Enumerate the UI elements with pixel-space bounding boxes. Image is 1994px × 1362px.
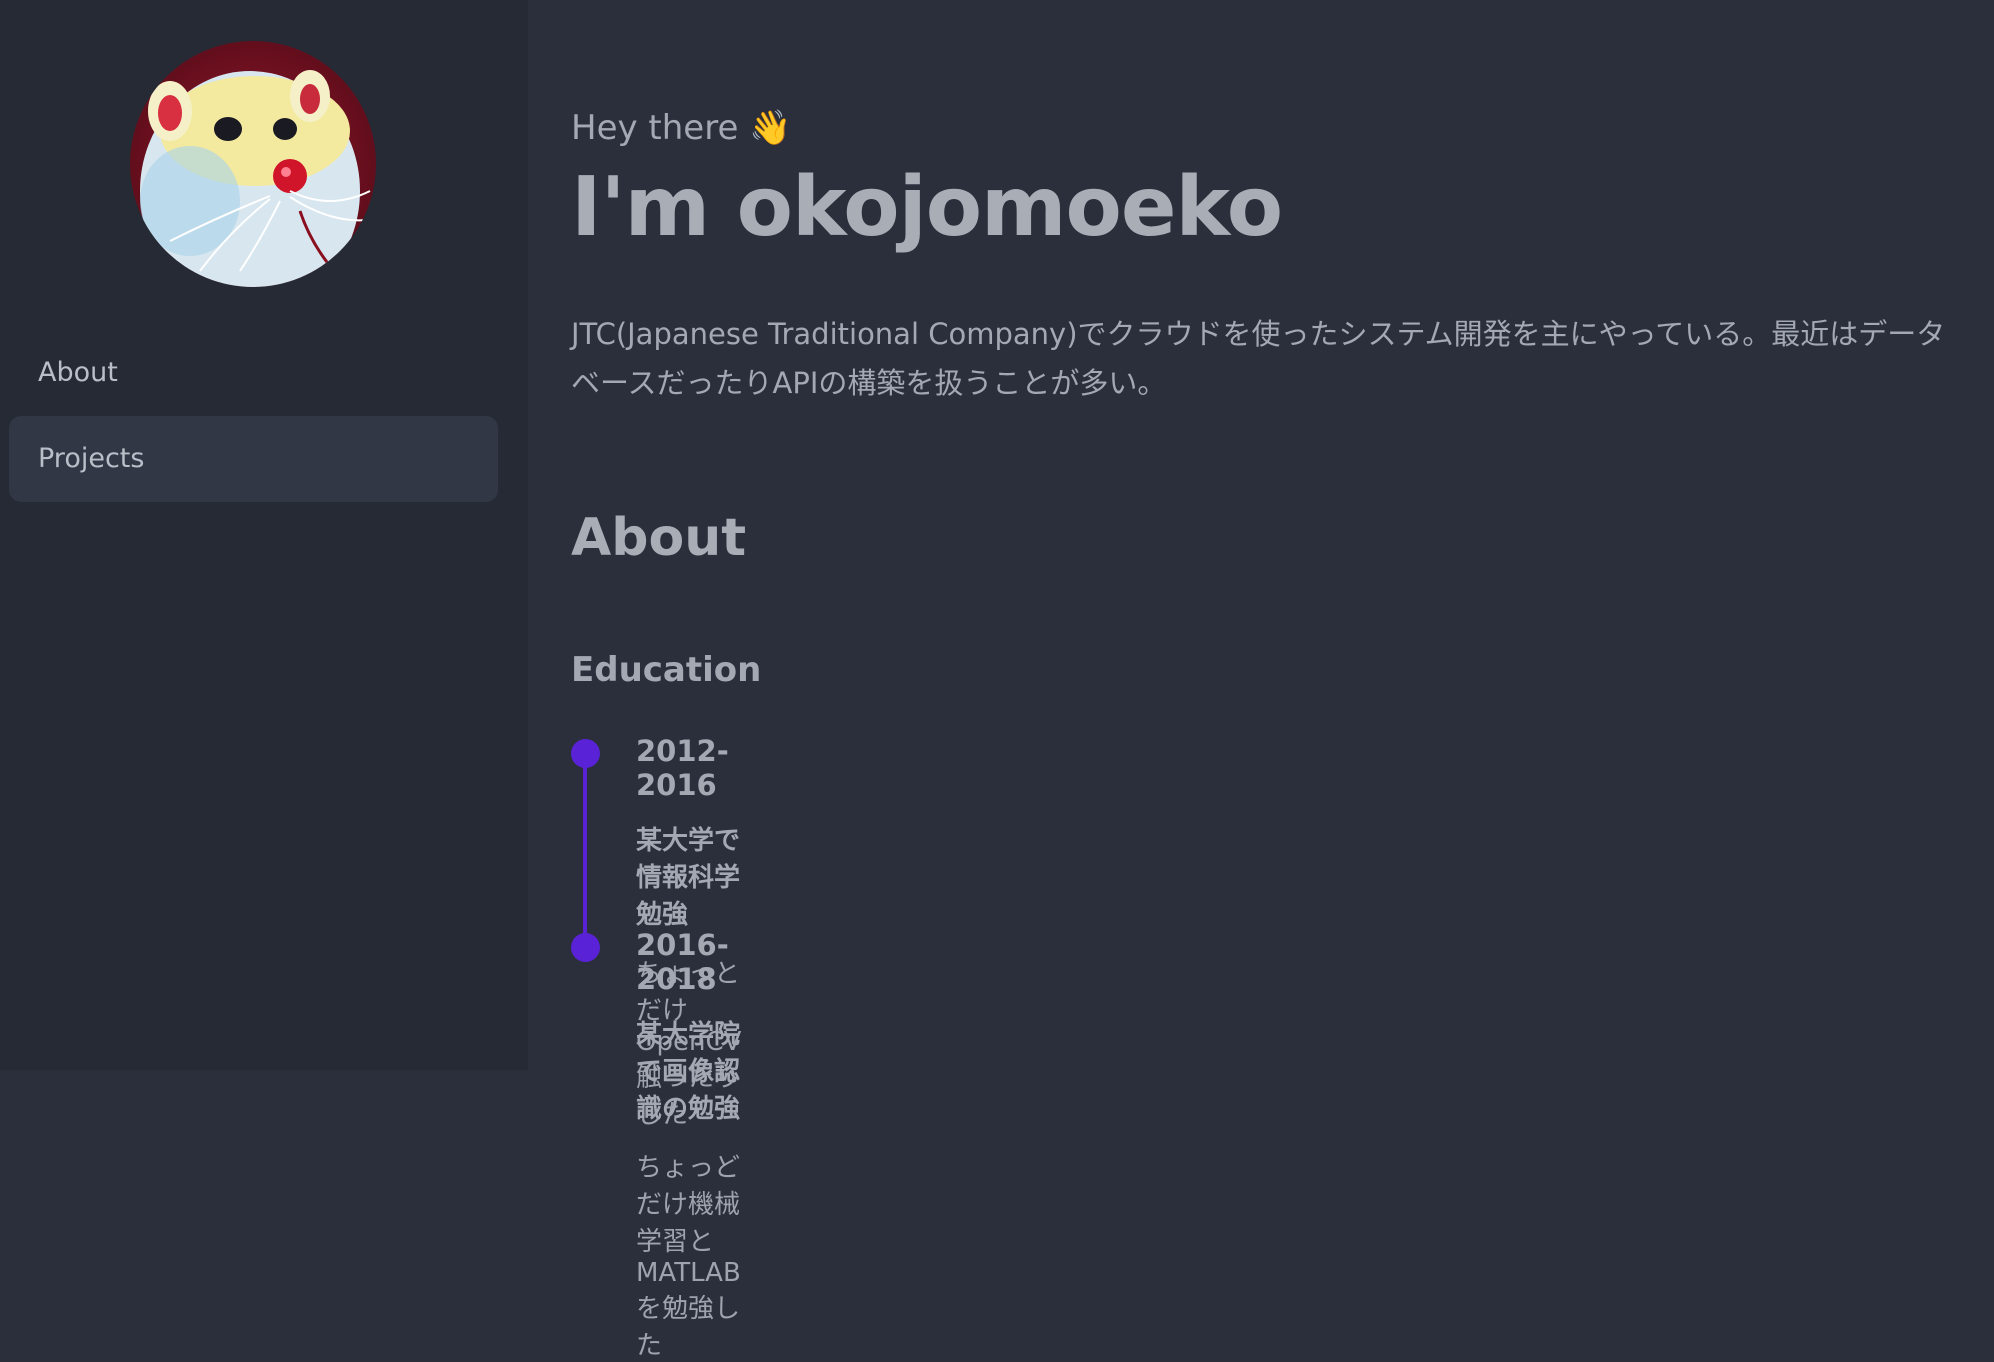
avatar (130, 41, 376, 287)
timeline-years: 2016-2018 (636, 928, 729, 996)
timeline-title: 某大学で情報科学勉強 (636, 826, 741, 930)
timeline-years: 2012-2016 (636, 734, 729, 802)
education-heading: Education (571, 650, 762, 690)
sidebar-nav: About Projects (9, 330, 498, 502)
sidebar: About Projects (0, 0, 528, 1070)
ferret-avatar-image (140, 70, 376, 287)
timeline-description: ちょっどだけ機械学習とMATLABを勉強した (636, 1153, 741, 1361)
timeline-line (583, 753, 587, 947)
timeline-dot (571, 933, 600, 962)
greeting-text: Hey there 👋 (571, 108, 792, 148)
timeline-dot (571, 739, 600, 768)
sidebar-item-about[interactable]: About (9, 330, 498, 416)
about-heading: About (571, 508, 747, 568)
page-title: I'm okojomoeko (571, 160, 1283, 255)
sidebar-item-projects[interactable]: Projects (9, 416, 498, 502)
timeline-item: 2016-2018 某大学院で画像認識の勉強 ちょっどだけ機械学習とMATLAB… (636, 928, 741, 1362)
intro-text: JTC(Japanese Traditional Company)でクラウドを使… (571, 317, 1946, 400)
